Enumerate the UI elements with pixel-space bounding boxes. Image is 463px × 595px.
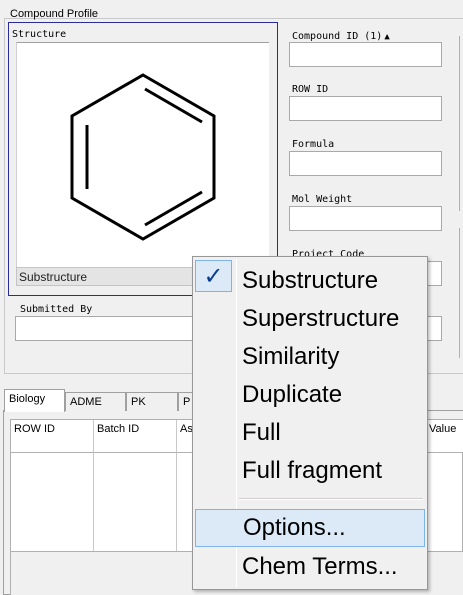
menu-item-options[interactable]: Options... [195, 509, 425, 547]
column-header-value[interactable]: Value [426, 420, 463, 453]
submitted-by-input[interactable] [15, 316, 215, 341]
column-header-row-id[interactable]: ROW ID [11, 420, 94, 453]
benzene-structure-drawing [70, 73, 216, 241]
mol-weight-input[interactable] [289, 206, 442, 231]
menu-separator [239, 498, 423, 500]
column-header-batch-id[interactable]: Batch ID [94, 420, 177, 453]
formula-input[interactable] [289, 151, 442, 176]
side-panel-edge [459, 36, 463, 211]
compound-id-input[interactable] [289, 42, 442, 67]
table-column-row-id [11, 453, 94, 551]
table-column-batch-id [94, 453, 177, 551]
menu-item-similarity[interactable]: Similarity [195, 339, 425, 377]
compound-profile-title: Compound Profile [10, 8, 99, 20]
submitted-by-label: Submitted By [20, 304, 93, 315]
tab-biology[interactable]: Biology [4, 389, 65, 412]
structure-label: Structure [12, 29, 67, 40]
mol-weight-label: Mol Weight [292, 194, 353, 205]
menu-item-superstructure[interactable]: Superstructure [195, 301, 425, 339]
menu-item-full-fragment[interactable]: Full fragment [195, 453, 425, 491]
tab-adme[interactable]: ADME [65, 392, 126, 411]
compound-id-label[interactable]: Compound ID (1) ▲ [292, 31, 390, 42]
menu-item-duplicate[interactable]: Duplicate [195, 377, 425, 415]
search-type-context-menu: ✓ Substructure Superstructure Similarity… [192, 256, 428, 590]
tab-pk[interactable]: PK [126, 392, 178, 411]
formula-label: Formula [292, 139, 335, 150]
menu-item-full[interactable]: Full [195, 415, 425, 453]
menu-item-chem-terms[interactable]: Chem Terms... [195, 549, 425, 587]
sort-ascending-icon: ▲ [384, 32, 390, 42]
side-panel-edge-lower [459, 228, 463, 358]
row-id-label: ROW ID [292, 84, 329, 95]
structure-canvas[interactable] [16, 42, 269, 267]
benzene-ring [70, 73, 216, 241]
menu-item-substructure[interactable]: Substructure [195, 263, 425, 301]
row-id-input[interactable] [289, 96, 442, 121]
